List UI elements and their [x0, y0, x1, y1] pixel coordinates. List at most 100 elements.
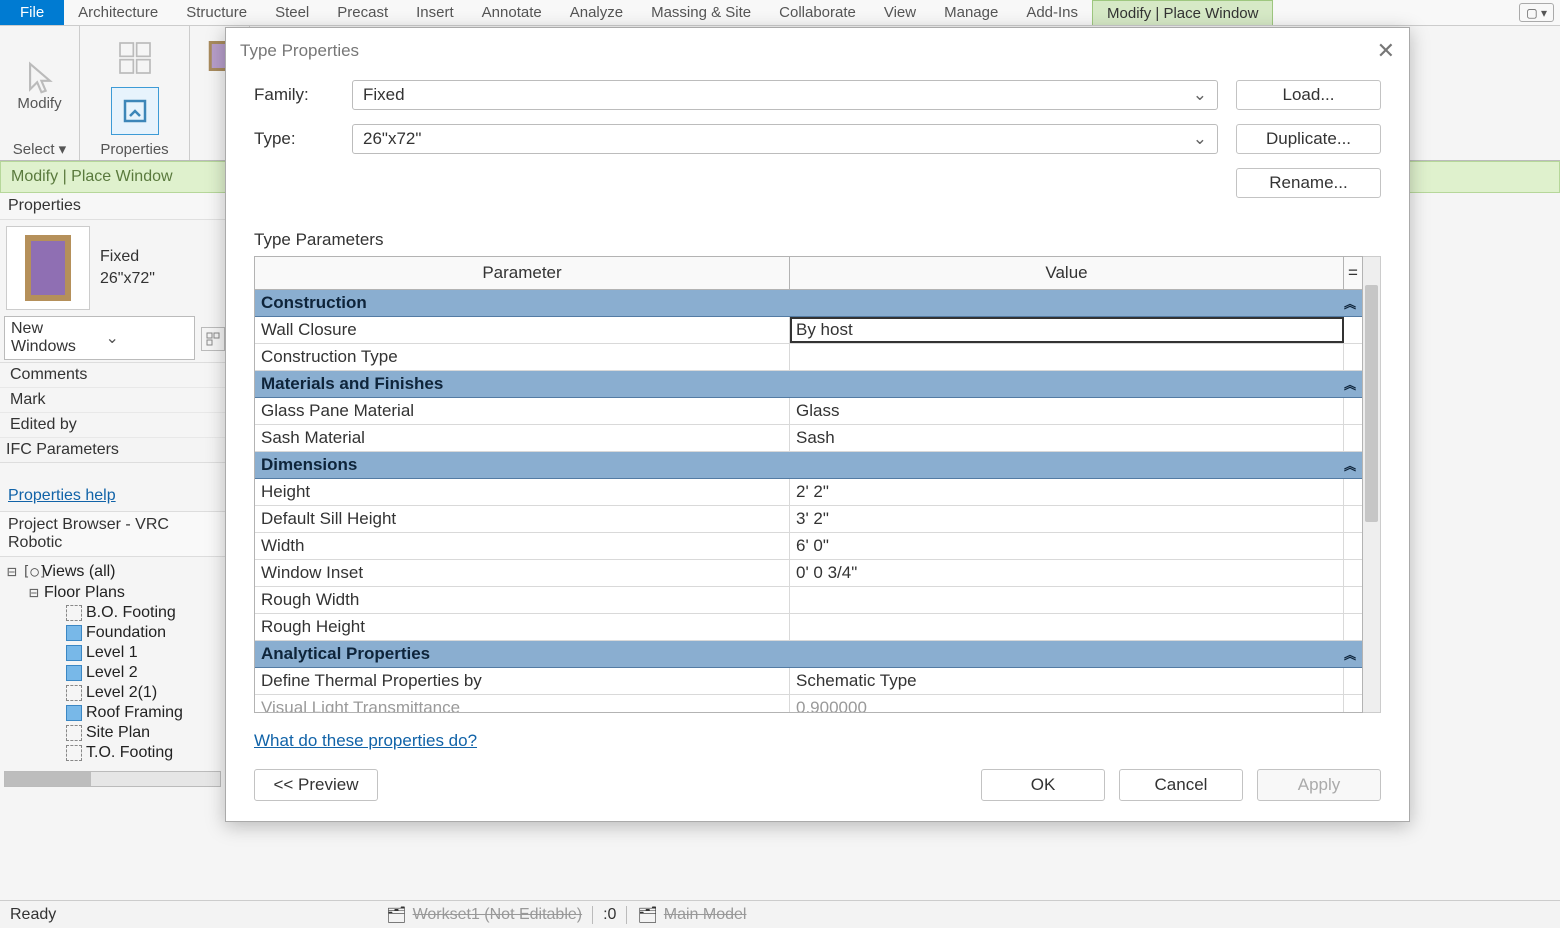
- modify-label[interactable]: Modify: [17, 95, 61, 112]
- param-value[interactable]: 3' 2": [790, 506, 1344, 532]
- param-equals: [1344, 560, 1362, 586]
- param-value[interactable]: [790, 344, 1344, 370]
- ifc-category-header[interactable]: IFC Parameters: [0, 438, 225, 463]
- tree-item-label: Level 2: [86, 664, 138, 682]
- type-select[interactable]: 26"x72"⌄: [352, 124, 1218, 154]
- properties-help-link[interactable]: Properties help: [0, 481, 124, 511]
- param-group-header[interactable]: Materials and Finishes︽: [255, 371, 1362, 398]
- tree-item[interactable]: Level 2(1): [6, 683, 219, 703]
- preview-button[interactable]: << Preview: [254, 769, 378, 801]
- dialog-titlebar: Type Properties ✕: [226, 28, 1409, 74]
- category-filter-combo[interactable]: New Windows⌄: [4, 316, 195, 360]
- param-value[interactable]: Sash: [790, 425, 1344, 451]
- param-value[interactable]: Glass: [790, 398, 1344, 424]
- model-icon: 🗂: [637, 905, 657, 925]
- tab-collaborate[interactable]: Collaborate: [765, 0, 870, 25]
- col-parameter[interactable]: Parameter: [255, 257, 790, 290]
- type-text: Fixed 26"x72": [100, 246, 155, 291]
- tree-item[interactable]: Roof Framing: [6, 703, 219, 723]
- load-button[interactable]: Load...: [1236, 80, 1381, 110]
- param-group-header[interactable]: Dimensions︽: [255, 452, 1362, 479]
- col-equals[interactable]: =: [1344, 257, 1362, 290]
- property-row[interactable]: Edited by: [0, 413, 225, 438]
- param-row[interactable]: Width6' 0": [255, 533, 1362, 560]
- tree-item[interactable]: Level 2: [6, 663, 219, 683]
- ribbon-tabs: FileArchitectureStructureSteelPrecastIns…: [0, 0, 1560, 26]
- param-group-header[interactable]: Construction︽: [255, 290, 1362, 317]
- apply-button[interactable]: Apply: [1257, 769, 1381, 801]
- type-label: Type:: [254, 129, 334, 149]
- type-properties-icon[interactable]: [111, 87, 159, 135]
- tab-view[interactable]: View: [870, 0, 930, 25]
- tree-group-floorplans[interactable]: ⊟Floor Plans: [6, 582, 219, 603]
- param-row[interactable]: Default Sill Height3' 2": [255, 506, 1362, 533]
- param-row[interactable]: Wall ClosureBy host: [255, 317, 1362, 344]
- status-main-model[interactable]: Main Model: [664, 906, 747, 924]
- tree-item[interactable]: Site Plan: [6, 723, 219, 743]
- param-value[interactable]: By host: [790, 317, 1344, 343]
- browser-hscrollbar[interactable]: [4, 771, 221, 787]
- tree-root[interactable]: ⊟[○]Views (all): [6, 561, 219, 582]
- param-value[interactable]: Schematic Type: [790, 668, 1344, 694]
- tab-file[interactable]: File: [0, 0, 64, 25]
- duplicate-button[interactable]: Duplicate...: [1236, 124, 1381, 154]
- param-value[interactable]: 0' 0 3/4": [790, 560, 1344, 586]
- param-value[interactable]: 0.900000: [790, 695, 1344, 713]
- rename-button[interactable]: Rename...: [1236, 168, 1381, 198]
- tab-add-ins[interactable]: Add-Ins: [1012, 0, 1092, 25]
- properties-explain-link[interactable]: What do these properties do?: [254, 731, 477, 750]
- tab-precast[interactable]: Precast: [323, 0, 402, 25]
- param-row[interactable]: Visual Light Transmittance0.900000: [255, 695, 1362, 713]
- close-icon[interactable]: ✕: [1377, 38, 1395, 64]
- tab-structure[interactable]: Structure: [172, 0, 261, 25]
- param-group-header[interactable]: Analytical Properties︽: [255, 641, 1362, 668]
- param-value[interactable]: 2' 2": [790, 479, 1344, 505]
- param-row[interactable]: Rough Height: [255, 614, 1362, 641]
- tab-manage[interactable]: Manage: [930, 0, 1012, 25]
- param-value[interactable]: [790, 614, 1344, 640]
- tree-item-label: T.O. Footing: [86, 744, 173, 762]
- tab-massing-site[interactable]: Massing & Site: [637, 0, 765, 25]
- param-name: Construction Type: [255, 344, 790, 370]
- tab-analyze[interactable]: Analyze: [556, 0, 637, 25]
- property-row[interactable]: Mark: [0, 388, 225, 413]
- status-workset[interactable]: Workset1 (Not Editable): [413, 906, 583, 924]
- param-row[interactable]: Sash MaterialSash: [255, 425, 1362, 452]
- tab-insert[interactable]: Insert: [402, 0, 468, 25]
- param-row[interactable]: Window Inset0' 0 3/4": [255, 560, 1362, 587]
- properties-large-icon[interactable]: [115, 38, 155, 82]
- param-row[interactable]: Glass Pane MaterialGlass: [255, 398, 1362, 425]
- property-row[interactable]: Comments: [0, 363, 225, 388]
- tree-item[interactable]: T.O. Footing: [6, 743, 219, 763]
- tab-architecture[interactable]: Architecture: [64, 0, 172, 25]
- tab-modify-place-window[interactable]: Modify | Place Window: [1092, 0, 1273, 25]
- param-row[interactable]: Define Thermal Properties bySchematic Ty…: [255, 668, 1362, 695]
- param-row[interactable]: Rough Width: [255, 587, 1362, 614]
- view-icon: [66, 745, 82, 761]
- family-select[interactable]: Fixed⌄: [352, 80, 1218, 110]
- view-icon: [66, 705, 82, 721]
- tree-item[interactable]: Foundation: [6, 623, 219, 643]
- ribbon-display-options[interactable]: ▢ ▾: [1519, 3, 1554, 22]
- param-name: Rough Width: [255, 587, 790, 613]
- ok-button[interactable]: OK: [981, 769, 1105, 801]
- tree-item[interactable]: Level 1: [6, 643, 219, 663]
- cancel-button[interactable]: Cancel: [1119, 769, 1243, 801]
- param-value[interactable]: [790, 587, 1344, 613]
- edit-type-button[interactable]: [201, 327, 225, 351]
- param-name: Visual Light Transmittance: [255, 695, 790, 713]
- col-value[interactable]: Value: [790, 257, 1344, 290]
- param-equals: [1344, 479, 1362, 505]
- tree-item-label: Roof Framing: [86, 704, 183, 722]
- param-value[interactable]: 6' 0": [790, 533, 1344, 559]
- tab-annotate[interactable]: Annotate: [468, 0, 556, 25]
- param-row[interactable]: Construction Type: [255, 344, 1362, 371]
- project-browser-title: Project Browser - VRC Robotic: [0, 511, 225, 557]
- param-row[interactable]: Height2' 2": [255, 479, 1362, 506]
- type-properties-dialog: Type Properties ✕ Family: Fixed⌄ Load...…: [225, 27, 1410, 822]
- family-label: Family:: [254, 85, 334, 105]
- tree-item[interactable]: B.O. Footing: [6, 603, 219, 623]
- type-selector[interactable]: Fixed 26"x72": [0, 220, 225, 316]
- tab-steel[interactable]: Steel: [261, 0, 323, 25]
- table-vscrollbar[interactable]: [1363, 256, 1381, 713]
